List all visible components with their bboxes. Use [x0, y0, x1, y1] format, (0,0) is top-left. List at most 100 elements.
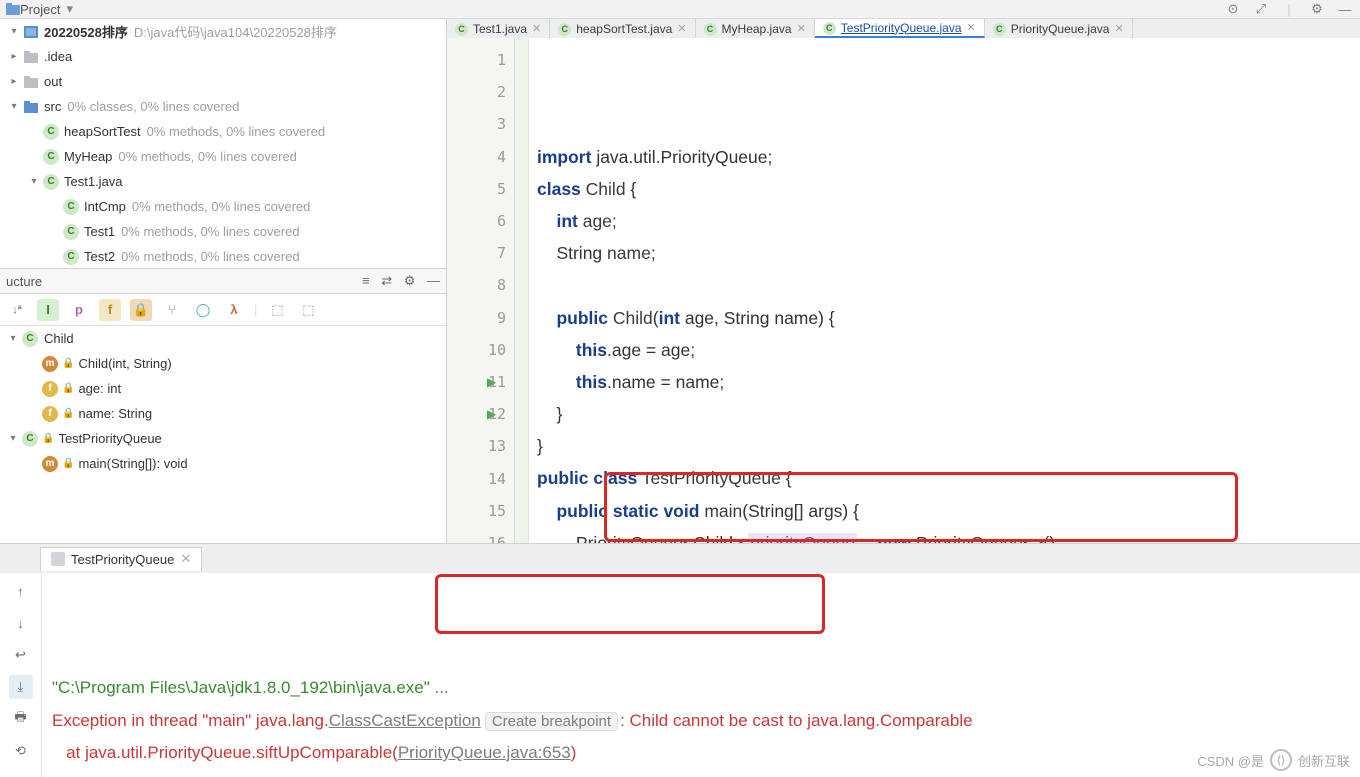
- editor-tab[interactable]: CTest1.java✕: [447, 19, 550, 38]
- gutter-line[interactable]: 5: [447, 173, 514, 205]
- console-line[interactable]: Exception in thread "main" java.lang.Cla…: [52, 705, 1350, 737]
- close-icon[interactable]: ✕: [677, 22, 686, 35]
- code-line[interactable]: int age;: [537, 205, 1360, 237]
- project-tree-row[interactable]: CIntCmp0% methods, 0% lines covered: [0, 194, 446, 219]
- structure-row[interactable]: m🔒main(String[]): void: [0, 451, 446, 476]
- show-interfaces-icon[interactable]: I: [37, 299, 59, 321]
- project-tree-row[interactable]: out: [0, 69, 446, 94]
- tree-arrow-icon[interactable]: ▾: [6, 433, 20, 444]
- close-icon[interactable]: ✕: [180, 551, 191, 567]
- editor-tab[interactable]: CMyHeap.java✕: [696, 19, 815, 38]
- tree-arrow-icon[interactable]: [26, 176, 42, 187]
- sort-alpha-icon[interactable]: ↓ª: [6, 299, 28, 321]
- project-tree-row[interactable]: CMyHeap0% methods, 0% lines covered: [0, 144, 446, 169]
- scroll-end-icon[interactable]: ⤓: [9, 675, 33, 699]
- down-stack-icon[interactable]: ↓: [9, 611, 33, 635]
- gutter-line[interactable]: 14: [447, 462, 514, 494]
- code-line[interactable]: class Child {: [537, 173, 1360, 205]
- close-icon[interactable]: ✕: [797, 22, 806, 35]
- expand-tree-icon[interactable]: ⬚: [266, 299, 288, 321]
- gutter-line[interactable]: 7: [447, 237, 514, 269]
- project-tree-row[interactable]: CTest20% methods, 0% lines covered: [0, 244, 446, 268]
- show-lambda-icon[interactable]: λ: [223, 299, 245, 321]
- code-line[interactable]: public static void main(String[] args) {: [537, 495, 1360, 527]
- hide-icon[interactable]: —: [1336, 2, 1354, 17]
- tree-arrow-icon[interactable]: [6, 76, 22, 87]
- code-line[interactable]: }: [537, 398, 1360, 430]
- show-properties-icon[interactable]: p: [68, 299, 90, 321]
- run-tab[interactable]: TestPriorityQueue ✕: [40, 547, 202, 571]
- code-line[interactable]: public class TestPriorityQueue {: [537, 462, 1360, 494]
- expand-arrow-icon[interactable]: [6, 26, 22, 37]
- gutter-line[interactable]: 10: [447, 334, 514, 366]
- gear-icon[interactable]: ⚙: [1308, 1, 1326, 17]
- code-line[interactable]: [537, 269, 1360, 301]
- close-icon[interactable]: ✕: [532, 22, 541, 35]
- print-icon[interactable]: 🖶: [9, 707, 33, 731]
- collapse-tree-icon[interactable]: ⬚: [297, 299, 319, 321]
- console-output[interactable]: "C:\Program Files\Java\jdk1.8.0_192\bin\…: [42, 573, 1360, 777]
- code-line[interactable]: String name;: [537, 237, 1360, 269]
- gutter-line[interactable]: 11▶: [447, 366, 514, 398]
- console-line[interactable]: "C:\Program Files\Java\jdk1.8.0_192\bin\…: [52, 672, 1350, 704]
- chevron-down-icon[interactable]: ▾: [66, 1, 73, 17]
- code-editor[interactable]: import java.util.PriorityQueue;class Chi…: [529, 38, 1360, 543]
- structure-tree[interactable]: ▾CChildm🔒Child(int, String)f🔒age: intf🔒n…: [0, 326, 446, 543]
- code-line[interactable]: this.age = age;: [537, 334, 1360, 366]
- show-anonymous-icon[interactable]: ◯: [192, 299, 214, 321]
- gutter-line[interactable]: 16: [447, 527, 514, 543]
- project-tree-row[interactable]: CTest10% methods, 0% lines covered: [0, 219, 446, 244]
- gutter[interactable]: 1234567891011▶12▶13141516: [447, 38, 515, 543]
- code-line[interactable]: this.name = name;: [537, 366, 1360, 398]
- close-icon[interactable]: ✕: [1114, 22, 1123, 35]
- structure-row[interactable]: ▾CChild: [0, 326, 446, 351]
- tree-arrow-icon[interactable]: [6, 51, 22, 62]
- run-gutter-icon[interactable]: ▶: [487, 375, 496, 389]
- project-tree[interactable]: 20220528排序 D:\java代码\java104\20220528排序 …: [0, 19, 446, 268]
- structure-row[interactable]: f🔒name: String: [0, 401, 446, 426]
- gutter-line[interactable]: 9: [447, 302, 514, 334]
- show-fields-icon[interactable]: f: [99, 299, 121, 321]
- show-inherited-icon[interactable]: ⑂: [161, 299, 183, 321]
- gutter-line[interactable]: 13: [447, 430, 514, 462]
- structure-row[interactable]: ▾C🔒TestPriorityQueue: [0, 426, 446, 451]
- tree-arrow-icon[interactable]: [6, 101, 22, 112]
- project-tree-row[interactable]: src0% classes, 0% lines covered: [0, 94, 446, 119]
- editor-tab[interactable]: CPriorityQueue.java✕: [985, 19, 1133, 38]
- editor-tab[interactable]: CheapSortTest.java✕: [550, 19, 695, 38]
- editor-tab[interactable]: CTestPriorityQueue.java✕: [815, 19, 985, 38]
- structure-row[interactable]: f🔒age: int: [0, 376, 446, 401]
- clear-icon[interactable]: ⟲: [9, 739, 33, 763]
- gear-icon[interactable]: ⚙: [404, 273, 416, 288]
- console-line[interactable]: at java.util.PriorityQueue.siftUpCompara…: [52, 737, 1350, 769]
- console-line[interactable]: at java.util.PriorityQueue.siftUp(Priori…: [52, 769, 1350, 777]
- structure-row[interactable]: m🔒Child(int, String): [0, 351, 446, 376]
- gutter-line[interactable]: 8: [447, 269, 514, 301]
- show-non-public-icon[interactable]: 🔒: [130, 299, 152, 321]
- project-tree-row[interactable]: CTest1.java: [0, 169, 446, 194]
- project-tree-row[interactable]: CheapSortTest0% methods, 0% lines covere…: [0, 119, 446, 144]
- up-stack-icon[interactable]: ↑: [9, 579, 33, 603]
- gutter-line[interactable]: 15: [447, 495, 514, 527]
- gutter-line[interactable]: 1: [447, 44, 514, 76]
- code-line[interactable]: PriorityQueue<Child> priorityQueue = new…: [537, 527, 1360, 543]
- run-gutter-icon[interactable]: ▶: [487, 407, 496, 421]
- autoscroll-icon[interactable]: ⇄: [381, 273, 392, 288]
- code-line[interactable]: public Child(int age, String name) {: [537, 302, 1360, 334]
- gutter-line[interactable]: 4: [447, 141, 514, 173]
- tree-arrow-icon[interactable]: ▾: [6, 333, 20, 344]
- code-line[interactable]: }: [537, 430, 1360, 462]
- select-opened-icon[interactable]: ⊙: [1224, 1, 1242, 17]
- close-icon[interactable]: ✕: [967, 21, 976, 34]
- expand-all-icon[interactable]: ⤢: [1252, 1, 1270, 17]
- gutter-line[interactable]: 12▶: [447, 398, 514, 430]
- code-line[interactable]: import java.util.PriorityQueue;: [537, 141, 1360, 173]
- hide-icon[interactable]: —: [427, 273, 440, 288]
- project-tree-row[interactable]: .idea: [0, 44, 446, 69]
- project-root-row[interactable]: 20220528排序 D:\java代码\java104\20220528排序: [0, 19, 446, 44]
- gutter-line[interactable]: 2: [447, 76, 514, 108]
- gutter-line[interactable]: 6: [447, 205, 514, 237]
- gutter-line[interactable]: 3: [447, 108, 514, 140]
- project-label[interactable]: Project: [20, 2, 60, 17]
- soft-wrap-icon[interactable]: ↩: [9, 643, 33, 667]
